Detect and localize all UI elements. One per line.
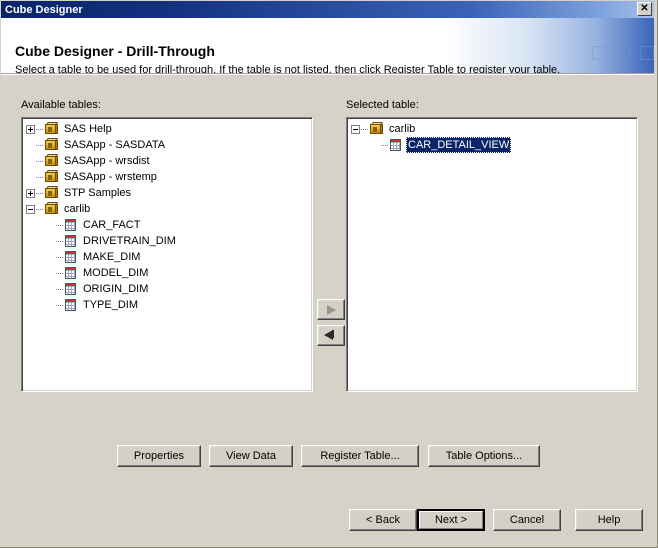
- tree-connector-line: [56, 288, 63, 290]
- dialog-body: Available tables: Selected table: SAS He…: [1, 75, 654, 547]
- tree-connector-line: [56, 240, 63, 242]
- tree-node[interactable]: SASApp - SASDATA: [22, 137, 312, 153]
- available-tables-list[interactable]: SAS Help SASApp - SASDATA SASApp - wrsdist…: [21, 117, 313, 392]
- tree-node-label: CAR_FACT: [83, 219, 141, 231]
- tree-node[interactable]: CAR_DETAIL_VIEW: [347, 137, 637, 153]
- decorative-square-icon: [640, 46, 654, 60]
- dialog-window: Cube Designer ✕ Cube Designer - Drill-Th…: [0, 0, 658, 548]
- tree-connector-line: [56, 272, 63, 274]
- tree-node[interactable]: STP Samples: [22, 185, 312, 201]
- library-icon: [43, 202, 59, 216]
- page-subtitle: Select a table to be used for drill-thro…: [15, 64, 561, 73]
- next-button-label: Next >: [419, 511, 483, 529]
- tree-connector-line: [36, 144, 43, 146]
- tree-node-label: TYPE_DIM: [83, 299, 139, 311]
- expand-icon[interactable]: [26, 124, 35, 134]
- remove-table-button[interactable]: [317, 325, 345, 346]
- properties-button[interactable]: Properties: [117, 445, 201, 467]
- tree-node-label: ORIGIN_DIM: [83, 283, 149, 295]
- table-icon: [63, 298, 78, 312]
- collapse-icon[interactable]: [26, 204, 35, 214]
- tree-node[interactable]: TYPE_DIM: [22, 297, 312, 313]
- table-icon: [63, 250, 78, 264]
- next-button[interactable]: Next >: [417, 509, 485, 531]
- tree-node[interactable]: MAKE_DIM: [22, 249, 312, 265]
- selected-table-tree: carlib CAR_DETAIL_VIEW: [347, 121, 637, 153]
- tree-node-label: SASApp - wrstemp: [64, 171, 157, 183]
- register-table-button[interactable]: Register Table...: [301, 445, 419, 467]
- tree-node[interactable]: DRIVETRAIN_DIM: [22, 233, 312, 249]
- available-tables-label: Available tables:: [21, 99, 101, 111]
- arrow-right-icon: [327, 305, 336, 315]
- collapse-icon[interactable]: [351, 124, 360, 134]
- tree-node-label: carlib: [389, 123, 416, 135]
- tree-connector-line: [36, 192, 43, 194]
- tree-node[interactable]: SASApp - wrstemp: [22, 169, 312, 185]
- back-button[interactable]: < Back: [349, 509, 417, 531]
- table-icon: [63, 234, 78, 248]
- title-bar: Cube Designer ✕: [1, 1, 654, 18]
- table-icon: [63, 282, 78, 296]
- selected-table-label: Selected table:: [346, 99, 419, 111]
- library-icon: [43, 186, 59, 200]
- table-icon: [388, 138, 403, 152]
- cancel-button[interactable]: Cancel: [493, 509, 561, 531]
- tree-connector-line: [56, 304, 63, 306]
- library-icon: [43, 170, 59, 184]
- tree-connector-line: [56, 256, 63, 258]
- tree-node-label: MODEL_DIM: [83, 267, 149, 279]
- tree-node-label: STP Samples: [64, 187, 132, 199]
- selected-table-list[interactable]: carlib CAR_DETAIL_VIEW: [346, 117, 638, 392]
- available-tables-tree: SAS Help SASApp - SASDATA SASApp - wrsdist…: [22, 121, 312, 313]
- library-icon: [43, 138, 59, 152]
- tree-connector-line: [36, 176, 43, 178]
- expand-icon[interactable]: [26, 188, 35, 198]
- tree-node-label: DRIVETRAIN_DIM: [83, 235, 176, 247]
- tree-node[interactable]: SASApp - wrsdist: [22, 153, 312, 169]
- help-button[interactable]: Help: [575, 509, 643, 531]
- tree-node[interactable]: CAR_FACT: [22, 217, 312, 233]
- window-title: Cube Designer: [5, 3, 83, 16]
- tree-connector-line: [361, 128, 368, 130]
- tree-node[interactable]: carlib: [347, 121, 637, 137]
- arrow-left-tail-icon: [332, 330, 334, 338]
- tree-node-label: CAR_DETAIL_VIEW: [406, 137, 512, 153]
- table-icon: [63, 266, 78, 280]
- table-icon: [63, 218, 78, 232]
- library-icon: [43, 154, 59, 168]
- close-icon[interactable]: ✕: [637, 2, 652, 16]
- library-icon: [43, 122, 59, 136]
- tree-connector-line: [36, 208, 43, 210]
- tree-node-label: SAS Help: [64, 123, 112, 135]
- tree-node-label: SASApp - wrsdist: [64, 155, 150, 167]
- tree-connector-line: [56, 224, 63, 226]
- table-options-button[interactable]: Table Options...: [428, 445, 540, 467]
- add-table-button[interactable]: [317, 299, 345, 320]
- wizard-header: Cube Designer - Drill-Through Select a t…: [1, 18, 654, 73]
- tree-node[interactable]: carlib: [22, 201, 312, 217]
- tree-connector-line: [381, 144, 388, 146]
- library-icon: [368, 122, 384, 136]
- tree-node-label: MAKE_DIM: [83, 251, 141, 263]
- decorative-square-icon: [616, 46, 630, 60]
- tree-node[interactable]: ORIGIN_DIM: [22, 281, 312, 297]
- tree-node[interactable]: MODEL_DIM: [22, 265, 312, 281]
- tree-connector-line: [36, 160, 43, 162]
- tree-node-label: SASApp - SASDATA: [64, 139, 166, 151]
- view-data-button[interactable]: View Data: [209, 445, 293, 467]
- tree-connector-line: [36, 128, 43, 130]
- page-title: Cube Designer - Drill-Through: [15, 43, 215, 59]
- tree-node[interactable]: SAS Help: [22, 121, 312, 137]
- decorative-square-icon: [592, 46, 606, 60]
- tree-node-label: carlib: [64, 203, 91, 215]
